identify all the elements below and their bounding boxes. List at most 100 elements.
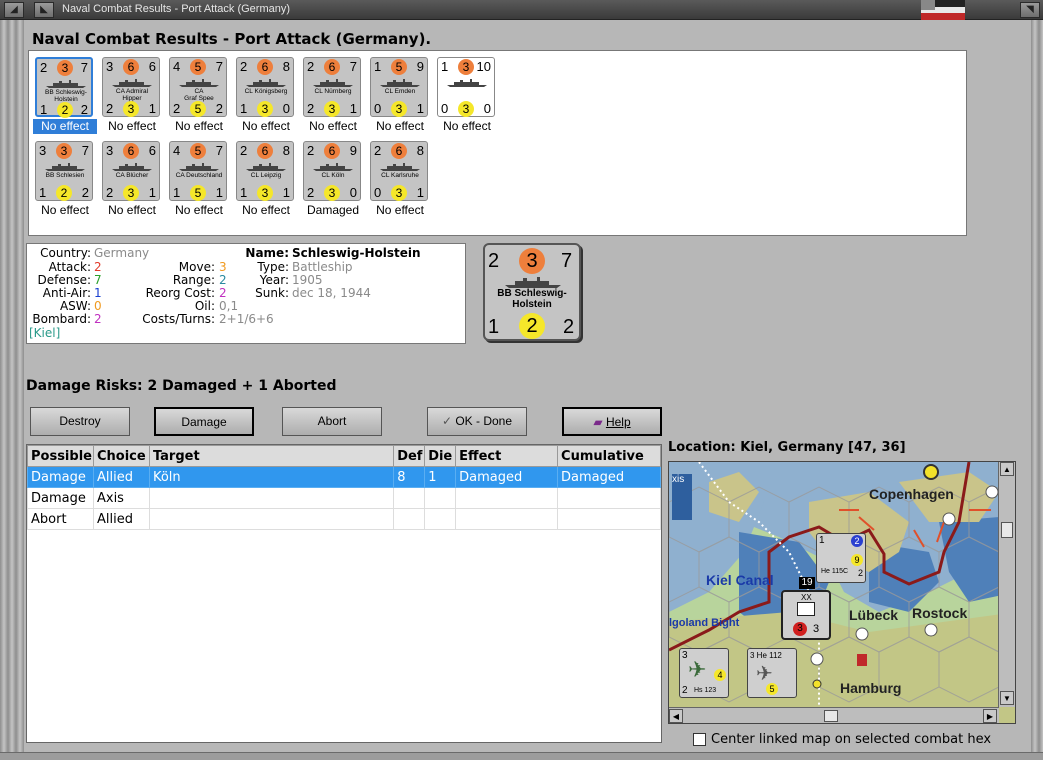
column-header[interactable]: Effect: [455, 445, 559, 467]
unit-bottom-left: 1: [39, 185, 47, 200]
unit-counter[interactable]: 1 5 9 CL Emden 0 3 1: [370, 57, 428, 117]
unit-effect: No effect: [108, 203, 156, 217]
help-label: Help: [605, 415, 631, 429]
warship-icon: [179, 79, 219, 87]
unit-attack: 5: [190, 143, 206, 159]
table-row[interactable]: Damage Allied Köln 8 1 Damaged Damaged: [27, 466, 661, 488]
map-counter-he112[interactable]: 3 He 112 ✈ 5: [747, 648, 797, 698]
unit-card[interactable]: 1 3 10 0 3 0 No effect: [435, 57, 497, 139]
unit-counter[interactable]: 2 6 9 CL Köln 2 3 0: [303, 141, 361, 201]
column-header[interactable]: Choice: [92, 445, 150, 467]
warship-icon: [45, 163, 85, 171]
unit-card[interactable]: 1 5 9 CL Emden 0 3 1 No effect: [368, 57, 430, 139]
map-horizontal-scrollbar[interactable]: ◀ ▶: [669, 707, 999, 723]
name-label: Name:: [245, 246, 289, 260]
unit-top-left: 2: [307, 143, 315, 158]
center-map-checkbox[interactable]: [693, 733, 706, 746]
unit-card[interactable]: 3 6 6 CA Blücher 2 3 1 No effect: [100, 141, 162, 223]
unit-card[interactable]: 3 6 6 CA Admiral Hipper 2 3 1 No effect: [100, 57, 162, 139]
unit-defense: 3: [257, 185, 273, 201]
unit-counter[interactable]: 4 5 7 CA Graf Spee 2 5 2: [169, 57, 227, 117]
damage-button[interactable]: Damage: [154, 407, 254, 436]
unit-bottom-right: 2: [80, 102, 88, 117]
unit-counter[interactable]: 2 3 7 BB Schleswig- Holstein 1 2 2: [35, 57, 93, 118]
table-cell: [455, 508, 559, 530]
map-label-copenhagen: Copenhagen: [869, 486, 954, 502]
scroll-down-icon[interactable]: ▼: [1000, 691, 1014, 705]
unit-bottom-right: 2: [81, 185, 89, 200]
scroll-right-icon[interactable]: ▶: [983, 709, 997, 723]
map-counter-hs123[interactable]: 3 ✈ 4 2 Hs 123: [679, 648, 729, 698]
country-value: Germany: [94, 246, 150, 260]
unit-name-line: CL Leipzig: [250, 172, 282, 179]
unit-effect: Damaged: [306, 203, 360, 217]
unit-top-right: 10: [476, 59, 491, 74]
unit-top-right: 8: [282, 143, 290, 158]
warship-icon: [380, 79, 420, 87]
unit-card[interactable]: 4 5 7 CA Graf Spee 2 5 2 No effect: [167, 57, 229, 139]
minimize-button[interactable]: ◣: [34, 2, 54, 18]
unit-counter[interactable]: 1 3 10 0 3 0: [437, 57, 495, 117]
table-cell: Allied: [92, 508, 150, 530]
scroll-left-icon[interactable]: ◀: [669, 709, 683, 723]
column-header[interactable]: Possible: [27, 445, 94, 467]
counter-top-right: 7: [561, 250, 573, 272]
unit-card[interactable]: 2 6 8 CL Karlsruhe 0 3 1 No effect: [368, 141, 430, 223]
ok-done-label: OK - Done: [455, 414, 513, 428]
scroll-up-icon[interactable]: ▲: [1000, 462, 1014, 476]
unit-name-line: CA Admiral: [115, 88, 149, 95]
unit-card[interactable]: 2 6 7 CL Nürnberg 2 3 1 No effect: [301, 57, 363, 139]
plane-icon: ✈: [688, 657, 707, 682]
unit-card[interactable]: 2 6 8 CL Leipzig 1 3 1 No effect: [234, 141, 296, 223]
unit-counter[interactable]: 4 5 7 CA Deutschland 1 5 1: [169, 141, 227, 201]
unit-attack: 6: [257, 143, 273, 159]
table-cell: Damage: [27, 466, 94, 488]
help-button[interactable]: ▰ Help: [562, 407, 662, 436]
map-counter-he115[interactable]: 1 2 9 He 115C 2: [816, 533, 866, 583]
unit-counter[interactable]: 3 6 6 CA Blücher 2 3 1: [102, 141, 160, 201]
unit-name: CL Königsberg: [237, 88, 295, 95]
table-cell: [148, 487, 395, 509]
column-header[interactable]: Cumulative: [557, 445, 661, 467]
unit-card[interactable]: 4 5 7 CA Deutschland 1 5 1 No effect: [167, 141, 229, 223]
units-panel: 2 3 7 BB Schleswig- Holstein 1 2 2 No eff…: [28, 50, 967, 236]
unit-name-line: CL Karlsruhe: [381, 172, 419, 179]
unit-bottom-right: 1: [416, 101, 424, 116]
linked-map[interactable]: xis Copenhagen Kiel Canal Lübeck Rostock…: [668, 461, 1016, 724]
abort-button[interactable]: Abort: [282, 407, 382, 436]
map-vertical-scrollbar[interactable]: ▲ ▼: [998, 462, 1015, 707]
unit-counter[interactable]: 3 6 6 CA Admiral Hipper 2 3 1: [102, 57, 160, 117]
table-row[interactable]: Abort Allied: [27, 508, 661, 530]
unit-counter[interactable]: 2 6 8 CL Leipzig 1 3 1: [236, 141, 294, 201]
hs123-a: 2: [682, 685, 688, 696]
unit-counter[interactable]: 3 3 7 BB Schlesien 1 2 2: [35, 141, 93, 201]
unit-bottom-left: 0: [374, 185, 382, 200]
unit-defense: 5: [190, 101, 206, 117]
table-cell: Allied: [92, 466, 150, 488]
column-header[interactable]: Target: [148, 445, 395, 467]
unit-card[interactable]: 2 6 9 CL Köln 2 3 0 Damaged: [301, 141, 363, 223]
maximize-button[interactable]: ◥: [1020, 2, 1040, 18]
destroy-button[interactable]: Destroy: [30, 407, 130, 436]
unit-counter[interactable]: 2 6 8 CL Königsberg 1 3 0: [236, 57, 294, 117]
unit-name: CA Admiral Hipper: [103, 88, 161, 102]
map-counter-army[interactable]: XX 3 3: [781, 590, 831, 640]
unit-card[interactable]: 2 6 8 CL Königsberg 1 3 0 No effect: [234, 57, 296, 139]
unit-counter[interactable]: 2 6 8 CL Karlsruhe 0 3 1: [370, 141, 428, 201]
system-menu-button[interactable]: ◢: [4, 2, 24, 18]
ok-done-button[interactable]: ✓ OK - Done: [427, 407, 527, 436]
unit-counter[interactable]: 2 6 7 CL Nürnberg 2 3 1: [303, 57, 361, 117]
column-header[interactable]: Def: [393, 445, 426, 467]
hscroll-thumb[interactable]: [824, 710, 838, 722]
unit-attack: 6: [123, 59, 139, 75]
panzer-icon: [797, 602, 815, 616]
unit-effect: No effect: [376, 203, 424, 217]
unit-card[interactable]: 2 3 7 BB Schleswig- Holstein 1 2 2 No eff…: [33, 57, 97, 139]
vscroll-thumb[interactable]: [1001, 522, 1013, 538]
unit-top-left: 2: [307, 59, 315, 74]
unit-top-left: 1: [374, 59, 382, 74]
column-header[interactable]: Die: [424, 445, 457, 467]
location-link[interactable]: [Kiel]: [29, 327, 60, 340]
unit-card[interactable]: 3 3 7 BB Schlesien 1 2 2 No effect: [33, 141, 95, 223]
table-row[interactable]: Damage Axis: [27, 487, 661, 509]
